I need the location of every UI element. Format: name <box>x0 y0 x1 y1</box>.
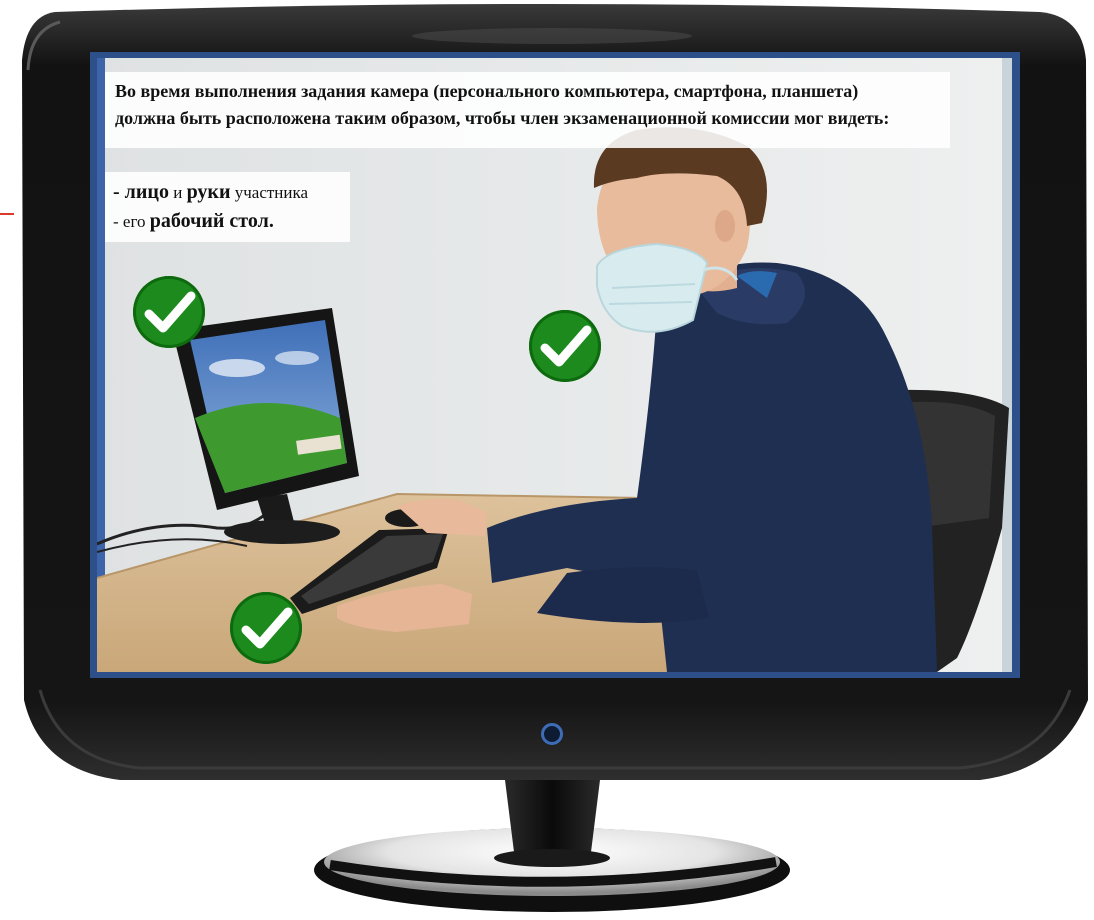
requirements-box: - лицо и руки участника - его рабочий ст… <box>105 172 350 242</box>
instruction-line-1: Во время выполнения задания камера (перс… <box>115 81 859 101</box>
requirement-participant: участника <box>230 183 309 202</box>
stand-neck <box>505 780 600 860</box>
requirement-dash-1: - <box>113 181 125 203</box>
requirement-desk: рабочий стол. <box>149 210 274 232</box>
instruction-box: Во время выполнения задания камера (перс… <box>105 72 950 148</box>
requirement-face: лицо <box>124 181 169 203</box>
requirement-hands: руки <box>186 181 231 203</box>
checkmark-icon <box>529 310 601 382</box>
requirement-item-face-hands: - лицо и руки участника <box>113 178 342 207</box>
monitor-screen: Во время выполнения задания камера (перс… <box>97 58 1012 672</box>
requirement-item-desk: - его рабочий стол. <box>113 207 342 236</box>
requirement-and: и <box>168 183 187 202</box>
checkmark-icon <box>230 592 302 664</box>
instruction-line-2: должна быть расположена таким образом, ч… <box>115 108 890 128</box>
checkmark-icon <box>133 276 205 348</box>
requirement-dash-2: - его <box>113 212 150 231</box>
power-button-icon[interactable] <box>541 723 563 745</box>
